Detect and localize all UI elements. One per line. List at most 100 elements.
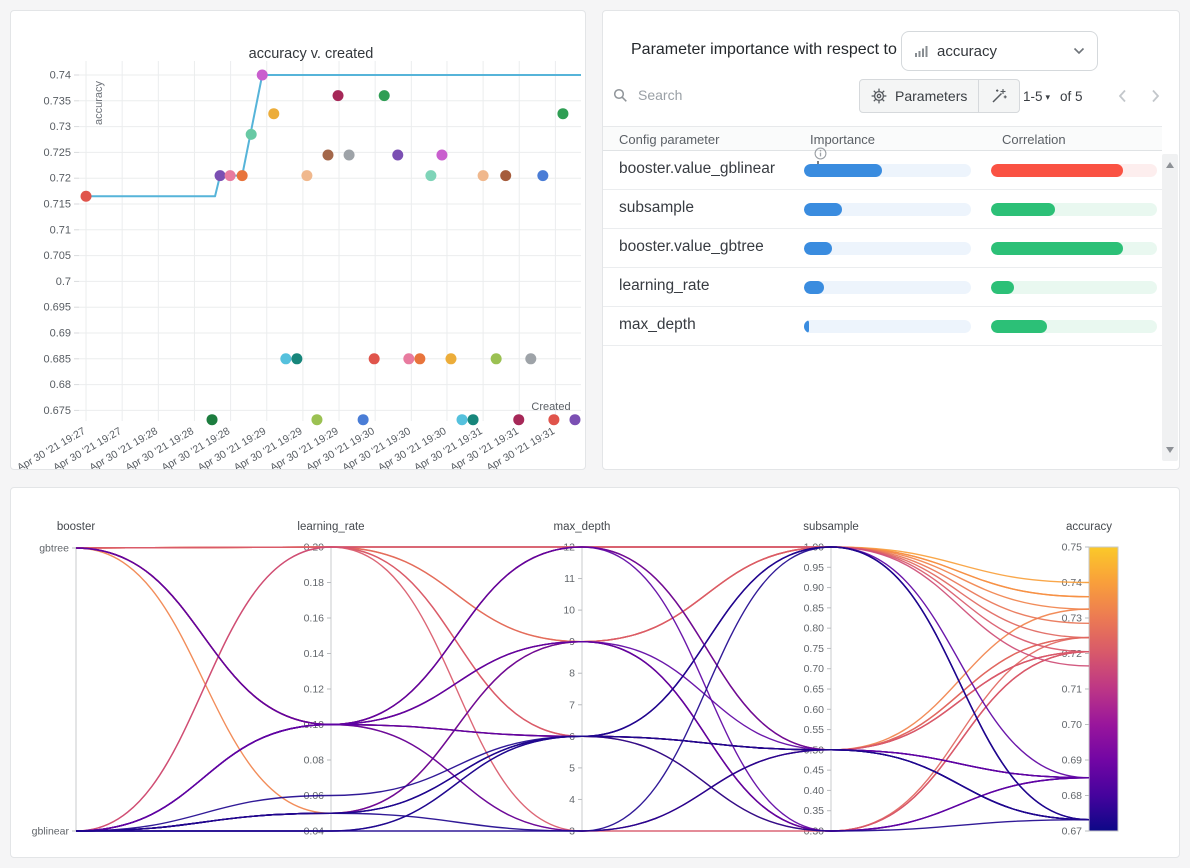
data-point[interactable] <box>491 353 502 364</box>
y-tick-label: 0.735 <box>43 95 71 107</box>
y-tick-label: 0.7 <box>56 276 71 288</box>
table-row[interactable]: subsample <box>603 190 1162 229</box>
scatter-chart: 0.740.7350.730.7250.720.7150.710.7050.70… <box>11 11 585 469</box>
data-point[interactable] <box>369 353 380 364</box>
search-input[interactable] <box>636 86 770 104</box>
parameters-button[interactable]: Parameters <box>860 80 978 112</box>
tick-label: 0.08 <box>304 755 325 767</box>
search-icon <box>613 88 628 103</box>
tick-label: 0.95 <box>804 562 825 574</box>
correlation-bar-fill <box>991 164 1123 177</box>
data-point[interactable] <box>525 353 536 364</box>
data-point[interactable] <box>392 149 403 160</box>
table-row[interactable]: max_depth <box>603 307 1162 346</box>
tick-label: 0.65 <box>804 684 825 696</box>
pagination-caret-icon: ▾ <box>1046 92 1051 103</box>
table-row[interactable]: learning_rate <box>603 268 1162 307</box>
data-point[interactable] <box>557 108 568 119</box>
data-point[interactable] <box>215 170 226 181</box>
data-point[interactable] <box>478 170 489 181</box>
data-point[interactable] <box>257 70 268 81</box>
config-parameter-name: booster.value_gblinear <box>619 160 775 178</box>
metric-dropdown[interactable]: accuracy <box>901 31 1098 71</box>
magic-wand-button[interactable] <box>978 80 1019 112</box>
correlation-bar-fill <box>991 242 1123 255</box>
tick-label: 10 <box>563 605 575 617</box>
correlation-bar <box>991 281 1157 294</box>
data-point[interactable] <box>569 414 580 425</box>
data-point[interactable] <box>468 414 479 425</box>
tick-label: gblinear <box>32 826 70 838</box>
data-point[interactable] <box>500 170 511 181</box>
column-correlation[interactable]: Correlation <box>1002 132 1066 147</box>
config-parameter-name: booster.value_gbtree <box>619 238 764 256</box>
data-point[interactable] <box>548 414 559 425</box>
y-tick-label: 0.675 <box>43 405 71 417</box>
tick-label: 11 <box>564 573 575 585</box>
tick-label: 0.55 <box>804 724 825 736</box>
next-page-button[interactable] <box>1144 85 1166 107</box>
data-point[interactable] <box>246 129 257 140</box>
tick-label: 0.70 <box>804 663 825 675</box>
scroll-up-icon[interactable] <box>1166 162 1174 168</box>
y-tick-label: 0.71 <box>50 224 71 236</box>
data-point[interactable] <box>301 170 312 181</box>
data-point[interactable] <box>414 353 425 364</box>
data-point[interactable] <box>425 170 436 181</box>
data-point[interactable] <box>207 414 218 425</box>
y-tick-label: 0.705 <box>43 250 71 262</box>
metric-dropdown-value: accuracy <box>937 43 1073 60</box>
search-box[interactable] <box>613 86 770 104</box>
data-point[interactable] <box>436 149 447 160</box>
tick-label: 0.90 <box>804 582 825 594</box>
data-point[interactable] <box>268 108 279 119</box>
table-row[interactable]: booster.value_gblinear <box>603 151 1162 190</box>
tick-label: 0.70 <box>1062 719 1083 731</box>
y-tick-label: 0.73 <box>50 121 71 133</box>
data-point[interactable] <box>322 149 333 160</box>
data-point[interactable] <box>237 170 248 181</box>
table-row[interactable]: booster.value_gbtree <box>603 229 1162 268</box>
data-point[interactable] <box>403 353 414 364</box>
axis-title-booster: booster <box>57 521 96 533</box>
tick-label: 0.75 <box>804 643 825 655</box>
parameters-button-label: Parameters <box>895 88 967 104</box>
data-point[interactable] <box>379 90 390 101</box>
tick-label: 5 <box>569 762 575 774</box>
data-point[interactable] <box>344 149 355 160</box>
importance-bar-fill <box>804 281 824 294</box>
data-point[interactable] <box>311 414 322 425</box>
parallel-coordinates-panel: boostergbtreegblinearlearning_rate0.200.… <box>10 487 1180 858</box>
column-config-parameter[interactable]: Config parameter <box>619 132 719 147</box>
data-point[interactable] <box>445 353 456 364</box>
tick-label: 0.16 <box>304 613 325 625</box>
data-point[interactable] <box>225 170 236 181</box>
parameter-importance-panel: Parameter importance with respect to acc… <box>602 10 1180 470</box>
pagination[interactable]: 1-5 ▾ of 5 <box>1023 79 1083 113</box>
data-point[interactable] <box>358 414 369 425</box>
tick-label: 0.85 <box>804 602 825 614</box>
data-point[interactable] <box>333 90 344 101</box>
parallel-coordinates-chart: boostergbtreegblinearlearning_rate0.200.… <box>11 488 1179 857</box>
magic-wand-icon <box>990 87 1008 105</box>
axis-title-max_depth: max_depth <box>554 521 611 533</box>
table-scrollbar[interactable] <box>1162 154 1178 461</box>
correlation-bar-fill <box>991 320 1047 333</box>
importance-bar-fill <box>804 164 882 177</box>
data-point[interactable] <box>537 170 548 181</box>
tick-label: 0.12 <box>304 684 325 696</box>
bar-chart-icon <box>914 44 928 58</box>
y-tick-label: 0.695 <box>43 302 71 314</box>
data-point[interactable] <box>457 414 468 425</box>
data-point[interactable] <box>81 191 92 202</box>
importance-bar <box>804 242 971 255</box>
data-point[interactable] <box>291 353 302 364</box>
correlation-bar <box>991 164 1157 177</box>
data-point[interactable] <box>280 353 291 364</box>
prev-page-button[interactable] <box>1111 85 1133 107</box>
pagination-range: 1-5 <box>1023 89 1043 104</box>
axis-title-learning_rate: learning_rate <box>297 521 364 533</box>
x-axis-title: Created <box>531 401 570 413</box>
data-point[interactable] <box>513 414 524 425</box>
scroll-down-icon[interactable] <box>1166 447 1174 453</box>
